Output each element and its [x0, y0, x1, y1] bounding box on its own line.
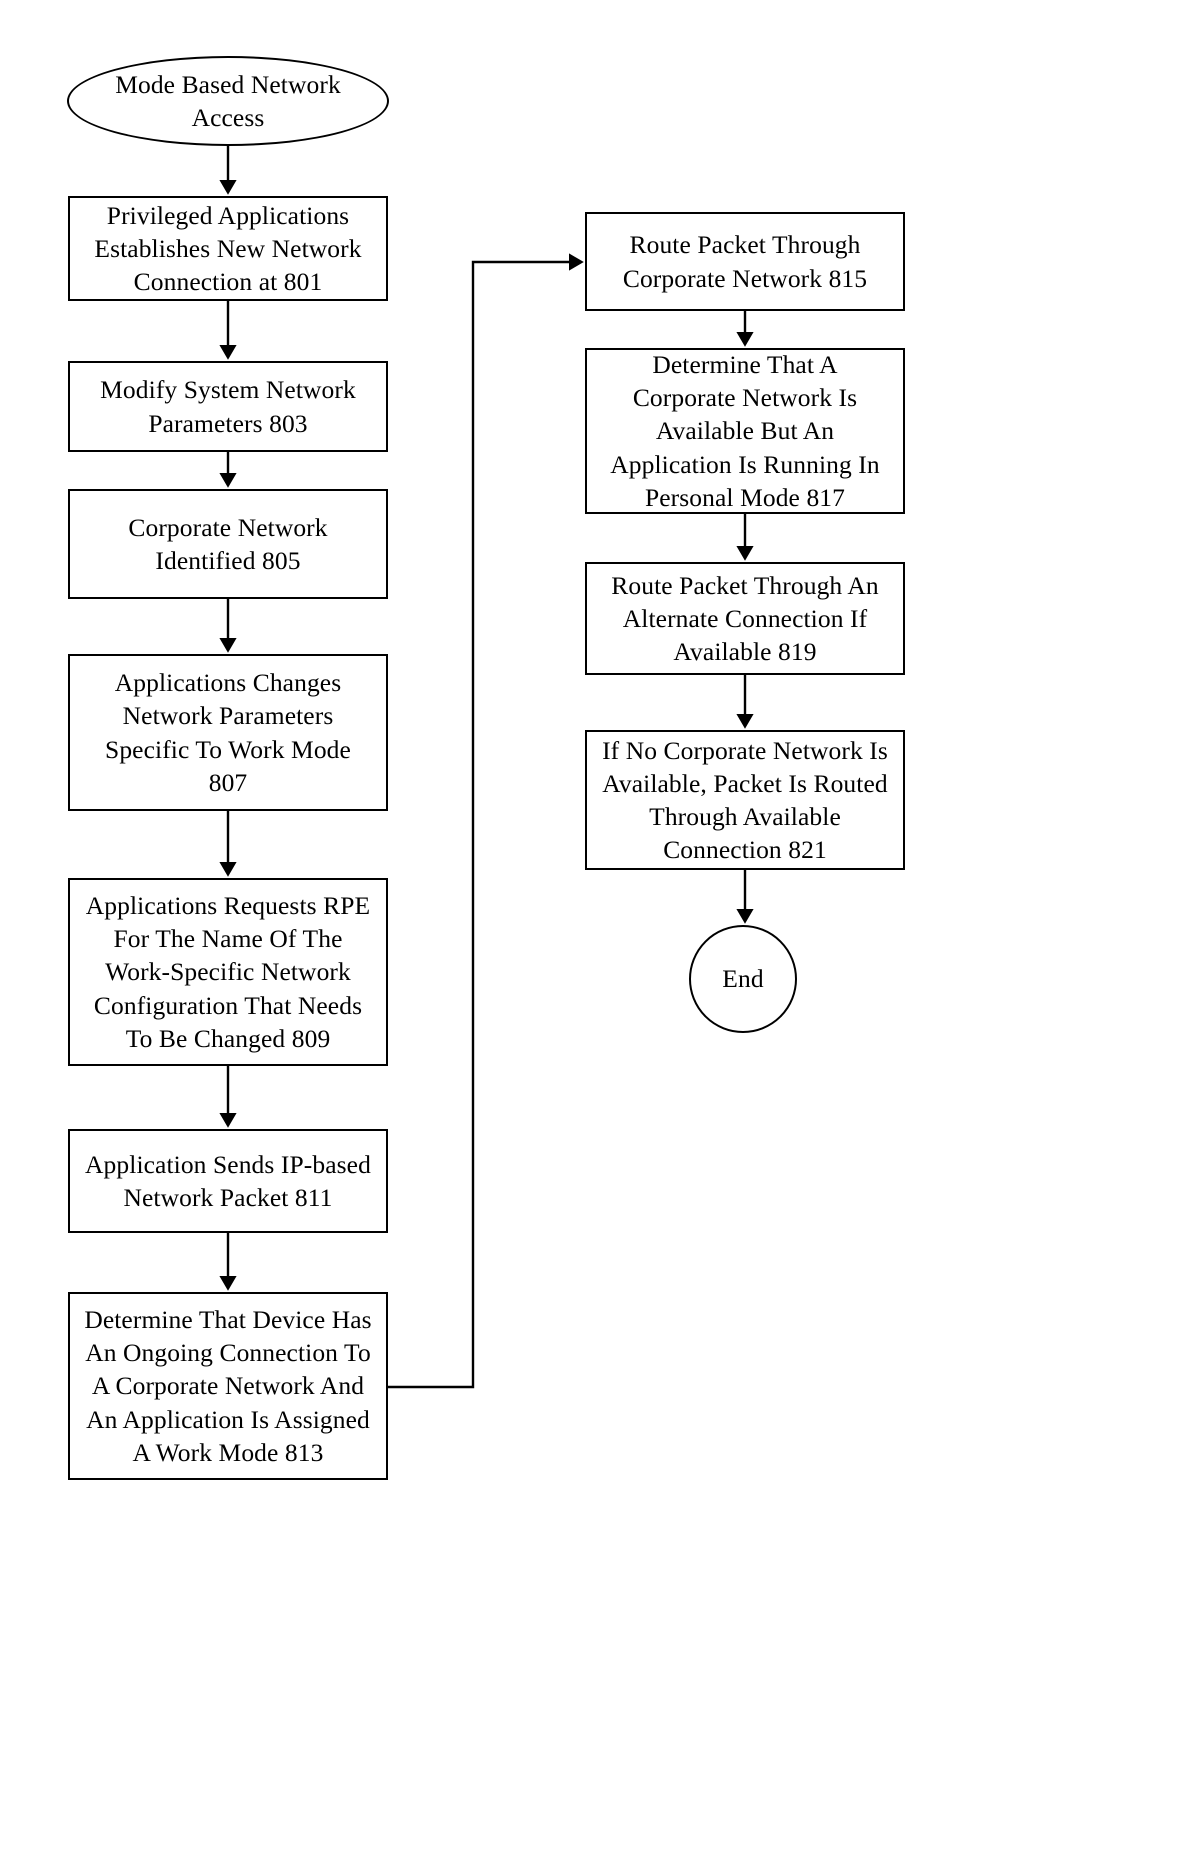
node-821: If No Corporate Network Is Available, Pa…	[585, 730, 905, 870]
node-811-label: Application Sends IP-based Network Packe…	[85, 1149, 371, 1212]
node-821-label: If No Corporate Network Is Available, Pa…	[602, 735, 888, 865]
node-819-label: Route Packet Through An Alternate Connec…	[611, 570, 879, 667]
node-819: Route Packet Through An Alternate Connec…	[585, 562, 905, 675]
node-801-label: Privileged Applications Establishes New …	[94, 200, 362, 297]
node-809: Applications Requests RPE For The Name O…	[68, 878, 388, 1066]
node-817: Determine That A Corporate Network Is Av…	[585, 348, 905, 514]
node-end: End	[689, 925, 797, 1033]
flowchart-canvas: Mode Based Network Access Privileged App…	[0, 0, 1177, 1875]
node-807-label: Applications Changes Network Parameters …	[105, 668, 351, 797]
connector-813-to-815	[388, 253, 584, 1389]
node-813-label: Determine That Device Has An Ongoing Con…	[84, 1305, 372, 1467]
node-817-label: Determine That A Corporate Network Is Av…	[610, 350, 880, 512]
node-start: Mode Based Network Access	[67, 56, 389, 146]
node-803: Modify System Network Parameters 803	[68, 361, 388, 452]
node-803-label: Modify System Network Parameters 803	[100, 375, 356, 438]
node-end-label: End	[722, 964, 764, 994]
node-813: Determine That Device Has An Ongoing Con…	[68, 1292, 388, 1480]
node-start-label: Mode Based Network Access	[115, 69, 341, 132]
node-807: Applications Changes Network Parameters …	[68, 654, 388, 811]
node-815-label: Route Packet Through Corporate Network 8…	[622, 230, 868, 293]
node-811: Application Sends IP-based Network Packe…	[68, 1129, 388, 1233]
node-805: Corporate Network Identified 805	[68, 489, 388, 599]
node-805-label: Corporate Network Identified 805	[128, 512, 328, 575]
node-809-label: Applications Requests RPE For The Name O…	[85, 891, 371, 1053]
node-801: Privileged Applications Establishes New …	[68, 196, 388, 301]
node-815: Route Packet Through Corporate Network 8…	[585, 212, 905, 311]
